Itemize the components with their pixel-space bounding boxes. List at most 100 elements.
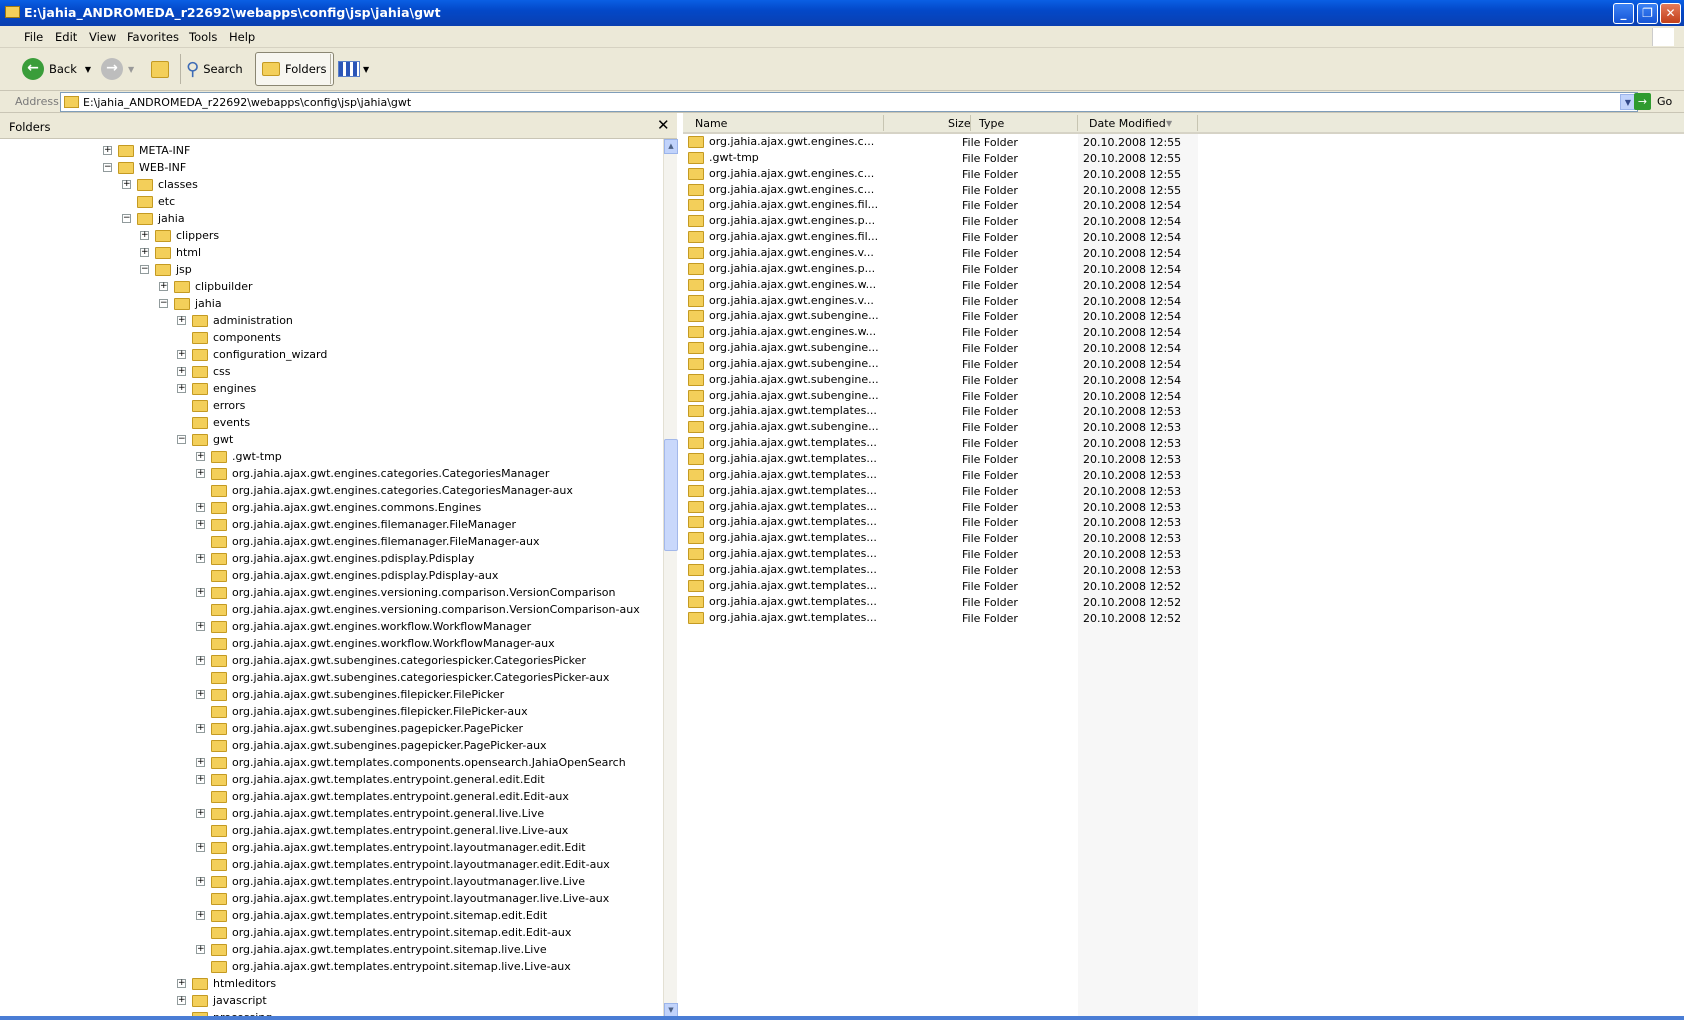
- tree-item[interactable]: org.jahia.ajax.gwt.templates.entrypoint.…: [196, 924, 571, 941]
- tree-item[interactable]: + css: [177, 363, 231, 380]
- menu-help[interactable]: Help: [229, 30, 255, 44]
- expand-icon[interactable]: +: [196, 554, 205, 563]
- list-item[interactable]: org.jahia.ajax.gwt.engines.fil... File Fo…: [683, 197, 1203, 214]
- tree-item[interactable]: org.jahia.ajax.gwt.templates.entrypoint.…: [196, 856, 610, 873]
- tree-scrollbar[interactable]: ▲ ▼: [663, 139, 678, 1018]
- expand-icon[interactable]: +: [196, 469, 205, 478]
- tree-item[interactable]: + org.jahia.ajax.gwt.subengines.pagepicke…: [196, 720, 523, 737]
- tree-item[interactable]: + org.jahia.ajax.gwt.templates.entrypoint…: [196, 839, 586, 856]
- expand-icon[interactable]: +: [196, 809, 205, 818]
- expand-icon[interactable]: +: [159, 282, 168, 291]
- tree-item[interactable]: + org.jahia.ajax.gwt.templates.components…: [196, 754, 626, 771]
- list-item[interactable]: org.jahia.ajax.gwt.templates... File Fold…: [683, 467, 1203, 484]
- list-item[interactable]: org.jahia.ajax.gwt.templates... File Fold…: [683, 610, 1203, 627]
- tree-item[interactable]: + org.jahia.ajax.gwt.engines.commons.Engi…: [196, 499, 481, 516]
- tree-item[interactable]: + org.jahia.ajax.gwt.engines.categories.C…: [196, 465, 549, 482]
- list-item[interactable]: org.jahia.ajax.gwt.subengine... File Fold…: [683, 340, 1203, 357]
- close-button[interactable]: ✕: [1660, 3, 1681, 24]
- list-item[interactable]: org.jahia.ajax.gwt.engines.fil... File Fo…: [683, 229, 1203, 246]
- scroll-up-icon[interactable]: ▲: [664, 139, 678, 154]
- menu-favorites[interactable]: Favorites: [127, 30, 179, 44]
- list-item[interactable]: org.jahia.ajax.gwt.templates... File Fold…: [683, 562, 1203, 579]
- tree-item[interactable]: org.jahia.ajax.gwt.subengines.pagepicker…: [196, 737, 547, 754]
- collapse-icon[interactable]: −: [103, 163, 112, 172]
- expand-icon[interactable]: +: [196, 911, 205, 920]
- address-input[interactable]: E:\jahia_ANDROMEDA_r22692\webapps\config…: [60, 92, 1638, 112]
- tree-item[interactable]: org.jahia.ajax.gwt.engines.pdisplay.Pdis…: [196, 567, 498, 584]
- expand-icon[interactable]: +: [177, 367, 186, 376]
- expand-icon[interactable]: +: [196, 622, 205, 631]
- tree-item[interactable]: org.jahia.ajax.gwt.subengines.categories…: [196, 669, 609, 686]
- tree-item[interactable]: − jsp: [140, 261, 192, 278]
- tree-item[interactable]: + org.jahia.ajax.gwt.subengines.filepicke…: [196, 686, 504, 703]
- tree-item[interactable]: − jahia: [159, 295, 222, 312]
- list-item[interactable]: org.jahia.ajax.gwt.engines.c... File Fold…: [683, 134, 1203, 151]
- close-icon[interactable]: ✕: [657, 116, 670, 134]
- maximize-button[interactable]: ❐: [1637, 3, 1658, 24]
- collapse-icon[interactable]: −: [140, 265, 149, 274]
- column-divider[interactable]: [1197, 115, 1198, 131]
- list-item[interactable]: org.jahia.ajax.gwt.engines.w... File Fold…: [683, 277, 1203, 294]
- menu-file[interactable]: File: [24, 30, 43, 44]
- list-item[interactable]: org.jahia.ajax.gwt.templates... File Fold…: [683, 530, 1203, 547]
- minimize-button[interactable]: _: [1613, 3, 1634, 24]
- tree-item[interactable]: org.jahia.ajax.gwt.templates.entrypoint.…: [196, 788, 569, 805]
- forward-button[interactable]: → ▼: [101, 52, 134, 86]
- scrollbar-thumb[interactable]: [664, 439, 678, 551]
- expand-icon[interactable]: +: [196, 690, 205, 699]
- menu-view[interactable]: View: [89, 30, 116, 44]
- expand-icon[interactable]: +: [196, 503, 205, 512]
- tree-item[interactable]: org.jahia.ajax.gwt.engines.filemanager.F…: [196, 533, 539, 550]
- views-button[interactable]: ▼: [338, 52, 369, 86]
- tree-item[interactable]: + clipbuilder: [159, 278, 252, 295]
- column-divider[interactable]: [970, 115, 971, 131]
- tree-item[interactable]: org.jahia.ajax.gwt.templates.entrypoint.…: [196, 822, 568, 839]
- tree-item[interactable]: + org.jahia.ajax.gwt.templates.entrypoint…: [196, 771, 545, 788]
- tree-item[interactable]: + org.jahia.ajax.gwt.templates.entrypoint…: [196, 873, 585, 890]
- tree-item[interactable]: + clippers: [140, 227, 219, 244]
- tree-item[interactable]: + META-INF: [103, 142, 190, 159]
- collapse-icon[interactable]: −: [159, 299, 168, 308]
- tree-item[interactable]: + org.jahia.ajax.gwt.templates.entrypoint…: [196, 907, 547, 924]
- tree-item[interactable]: org.jahia.ajax.gwt.engines.versioning.co…: [196, 601, 640, 618]
- expand-icon[interactable]: +: [140, 248, 149, 257]
- list-item[interactable]: org.jahia.ajax.gwt.templates... File Fold…: [683, 514, 1203, 531]
- collapse-icon[interactable]: −: [177, 435, 186, 444]
- list-item[interactable]: org.jahia.ajax.gwt.templates... File Fold…: [683, 483, 1203, 500]
- back-button[interactable]: ← Back ▼: [22, 52, 91, 86]
- tree-item[interactable]: org.jahia.ajax.gwt.subengines.filepicker…: [196, 703, 528, 720]
- expand-icon[interactable]: +: [177, 316, 186, 325]
- list-item[interactable]: .gwt-tmp File Folder 20.10.2008 12:55: [683, 150, 1203, 167]
- tree-item[interactable]: + administration: [177, 312, 293, 329]
- expand-icon[interactable]: +: [122, 180, 131, 189]
- list-item[interactable]: org.jahia.ajax.gwt.subengine... File Fold…: [683, 356, 1203, 373]
- expand-icon[interactable]: +: [177, 384, 186, 393]
- list-item[interactable]: org.jahia.ajax.gwt.engines.w... File Fold…: [683, 324, 1203, 341]
- tree-item[interactable]: + org.jahia.ajax.gwt.subengines.categorie…: [196, 652, 586, 669]
- tree-item[interactable]: + html: [140, 244, 201, 261]
- folders-button[interactable]: Folders: [255, 52, 334, 86]
- expand-icon[interactable]: +: [177, 350, 186, 359]
- column-type[interactable]: Type: [979, 117, 1004, 130]
- tree-item[interactable]: + org.jahia.ajax.gwt.engines.filemanager.…: [196, 516, 516, 533]
- list-item[interactable]: org.jahia.ajax.gwt.subengine... File Fold…: [683, 308, 1203, 325]
- chevron-down-icon[interactable]: ▼: [128, 65, 134, 74]
- expand-icon[interactable]: +: [196, 724, 205, 733]
- tree-item[interactable]: + org.jahia.ajax.gwt.engines.workflow.Wor…: [196, 618, 531, 635]
- search-button[interactable]: ⚲ Search: [186, 52, 243, 86]
- tree-item[interactable]: + org.jahia.ajax.gwt.engines.pdisplay.Pdi…: [196, 550, 474, 567]
- column-divider[interactable]: [883, 115, 884, 131]
- expand-icon[interactable]: +: [196, 656, 205, 665]
- list-item[interactable]: org.jahia.ajax.gwt.engines.c... File Fold…: [683, 166, 1203, 183]
- expand-icon[interactable]: +: [196, 588, 205, 597]
- column-size[interactable]: Size: [948, 117, 971, 130]
- expand-icon[interactable]: +: [196, 775, 205, 784]
- list-item[interactable]: org.jahia.ajax.gwt.templates... File Fold…: [683, 435, 1203, 452]
- list-item[interactable]: org.jahia.ajax.gwt.templates... File Fold…: [683, 594, 1203, 611]
- tree-item[interactable]: + htmleditors: [177, 975, 276, 992]
- expand-icon[interactable]: +: [103, 146, 112, 155]
- tree-item[interactable]: + org.jahia.ajax.gwt.engines.versioning.c…: [196, 584, 616, 601]
- expand-icon[interactable]: +: [196, 877, 205, 886]
- tree-item[interactable]: + engines: [177, 380, 256, 397]
- tree-item[interactable]: + javascript: [177, 992, 267, 1009]
